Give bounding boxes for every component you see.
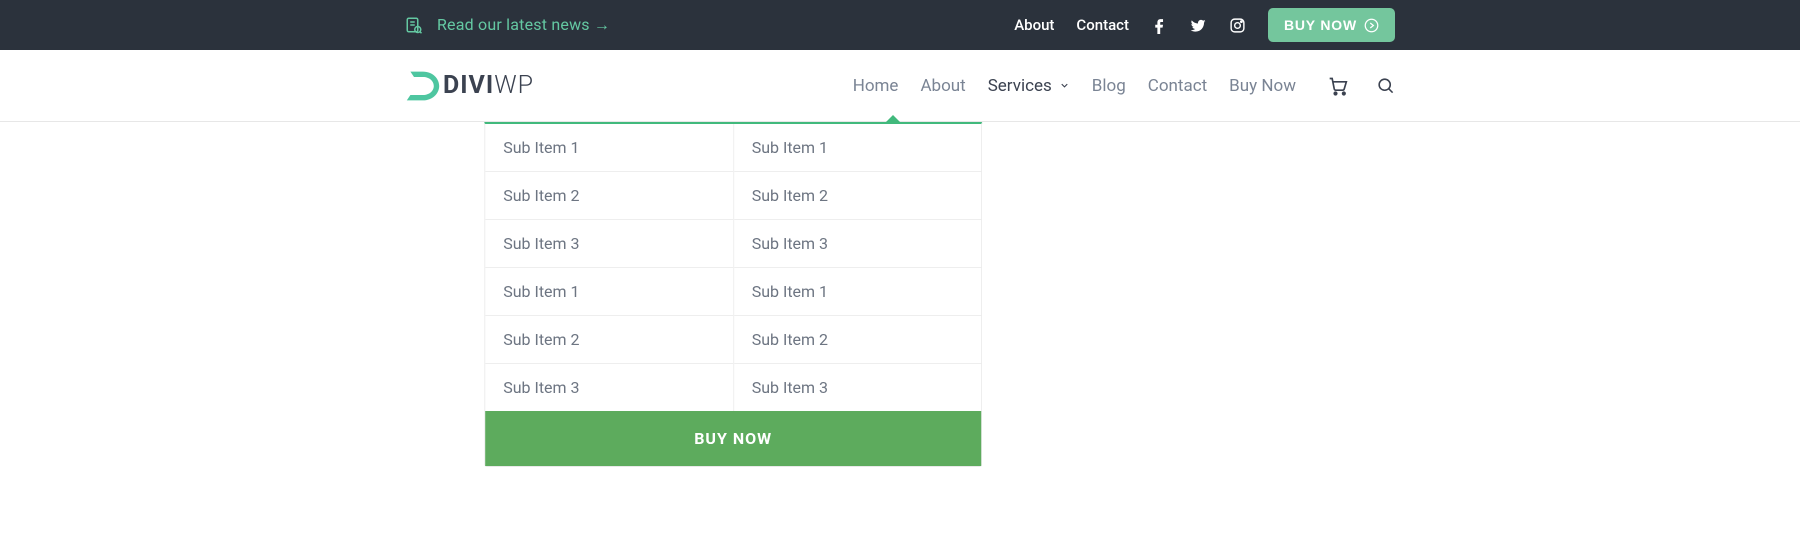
chevron-down-icon [1059, 80, 1070, 91]
logo-text-thin: WP [494, 71, 534, 100]
mega-item[interactable]: Sub Item 2 [734, 172, 982, 220]
main-nav-bar: DIVIWP Home About Services Blog Contact … [0, 50, 1800, 122]
cart-icon[interactable] [1328, 76, 1348, 96]
nav-about[interactable]: About [920, 76, 965, 96]
mega-buy-now-button[interactable]: BUY NOW [485, 411, 981, 466]
nav-services[interactable]: Services [988, 76, 1070, 96]
dropdown-pointer [885, 115, 901, 123]
mega-item[interactable]: Sub Item 1 [734, 268, 982, 316]
logo-text-bold: DIVI [443, 71, 494, 100]
main-nav-inner: DIVIWP Home About Services Blog Contact … [405, 50, 1395, 121]
search-icon[interactable] [1376, 76, 1395, 95]
twitter-icon[interactable] [1190, 17, 1207, 34]
services-dropdown-panel: Sub Item 1 Sub Item 2 Sub Item 3 Sub Ite… [484, 122, 982, 467]
nav-blog[interactable]: Blog [1092, 76, 1126, 96]
nav-services-label: Services [988, 76, 1052, 96]
buy-now-button-topbar-label: BUY NOW [1284, 17, 1357, 33]
mega-item[interactable]: Sub Item 3 [734, 364, 982, 411]
news-link[interactable]: Read our latest news → [437, 15, 610, 35]
logo-text: DIVIWP [443, 71, 534, 100]
mega-item[interactable]: Sub Item 3 [485, 220, 733, 268]
facebook-icon[interactable] [1151, 17, 1168, 34]
news-icon [405, 16, 423, 34]
mega-item[interactable]: Sub Item 2 [485, 316, 733, 364]
topbar-link-contact[interactable]: Contact [1076, 16, 1129, 34]
buy-now-button-topbar[interactable]: BUY NOW [1268, 8, 1395, 42]
topbar-right: About Contact BUY NOW [1014, 8, 1395, 42]
arrow-circle-icon [1364, 18, 1379, 33]
main-nav-links: Home About Services Blog Contact Buy Now [853, 76, 1395, 96]
mega-item[interactable]: Sub Item 1 [485, 124, 733, 172]
services-dropdown-col-2: Sub Item 1 Sub Item 2 Sub Item 3 Sub Ite… [733, 124, 982, 411]
mega-item[interactable]: Sub Item 2 [485, 172, 733, 220]
topbar-left: Read our latest news → [405, 15, 610, 35]
mega-item[interactable]: Sub Item 1 [485, 268, 733, 316]
services-dropdown-col-1: Sub Item 1 Sub Item 2 Sub Item 3 Sub Ite… [485, 124, 733, 411]
mega-item[interactable]: Sub Item 3 [734, 220, 982, 268]
services-dropdown-grid: Sub Item 1 Sub Item 2 Sub Item 3 Sub Ite… [485, 124, 981, 411]
instagram-icon[interactable] [1229, 17, 1246, 34]
nav-contact[interactable]: Contact [1148, 76, 1207, 96]
top-bar: Read our latest news → About Contact BUY… [0, 0, 1800, 50]
mega-item[interactable]: Sub Item 1 [734, 124, 982, 172]
mega-item[interactable]: Sub Item 2 [734, 316, 982, 364]
logo[interactable]: DIVIWP [405, 68, 534, 104]
top-bar-inner: Read our latest news → About Contact BUY… [405, 0, 1395, 50]
logo-mark-icon [405, 68, 441, 104]
nav-home[interactable]: Home [853, 76, 899, 96]
mega-item[interactable]: Sub Item 3 [485, 364, 733, 411]
topbar-link-about[interactable]: About [1014, 16, 1054, 34]
nav-buynow[interactable]: Buy Now [1229, 76, 1296, 96]
